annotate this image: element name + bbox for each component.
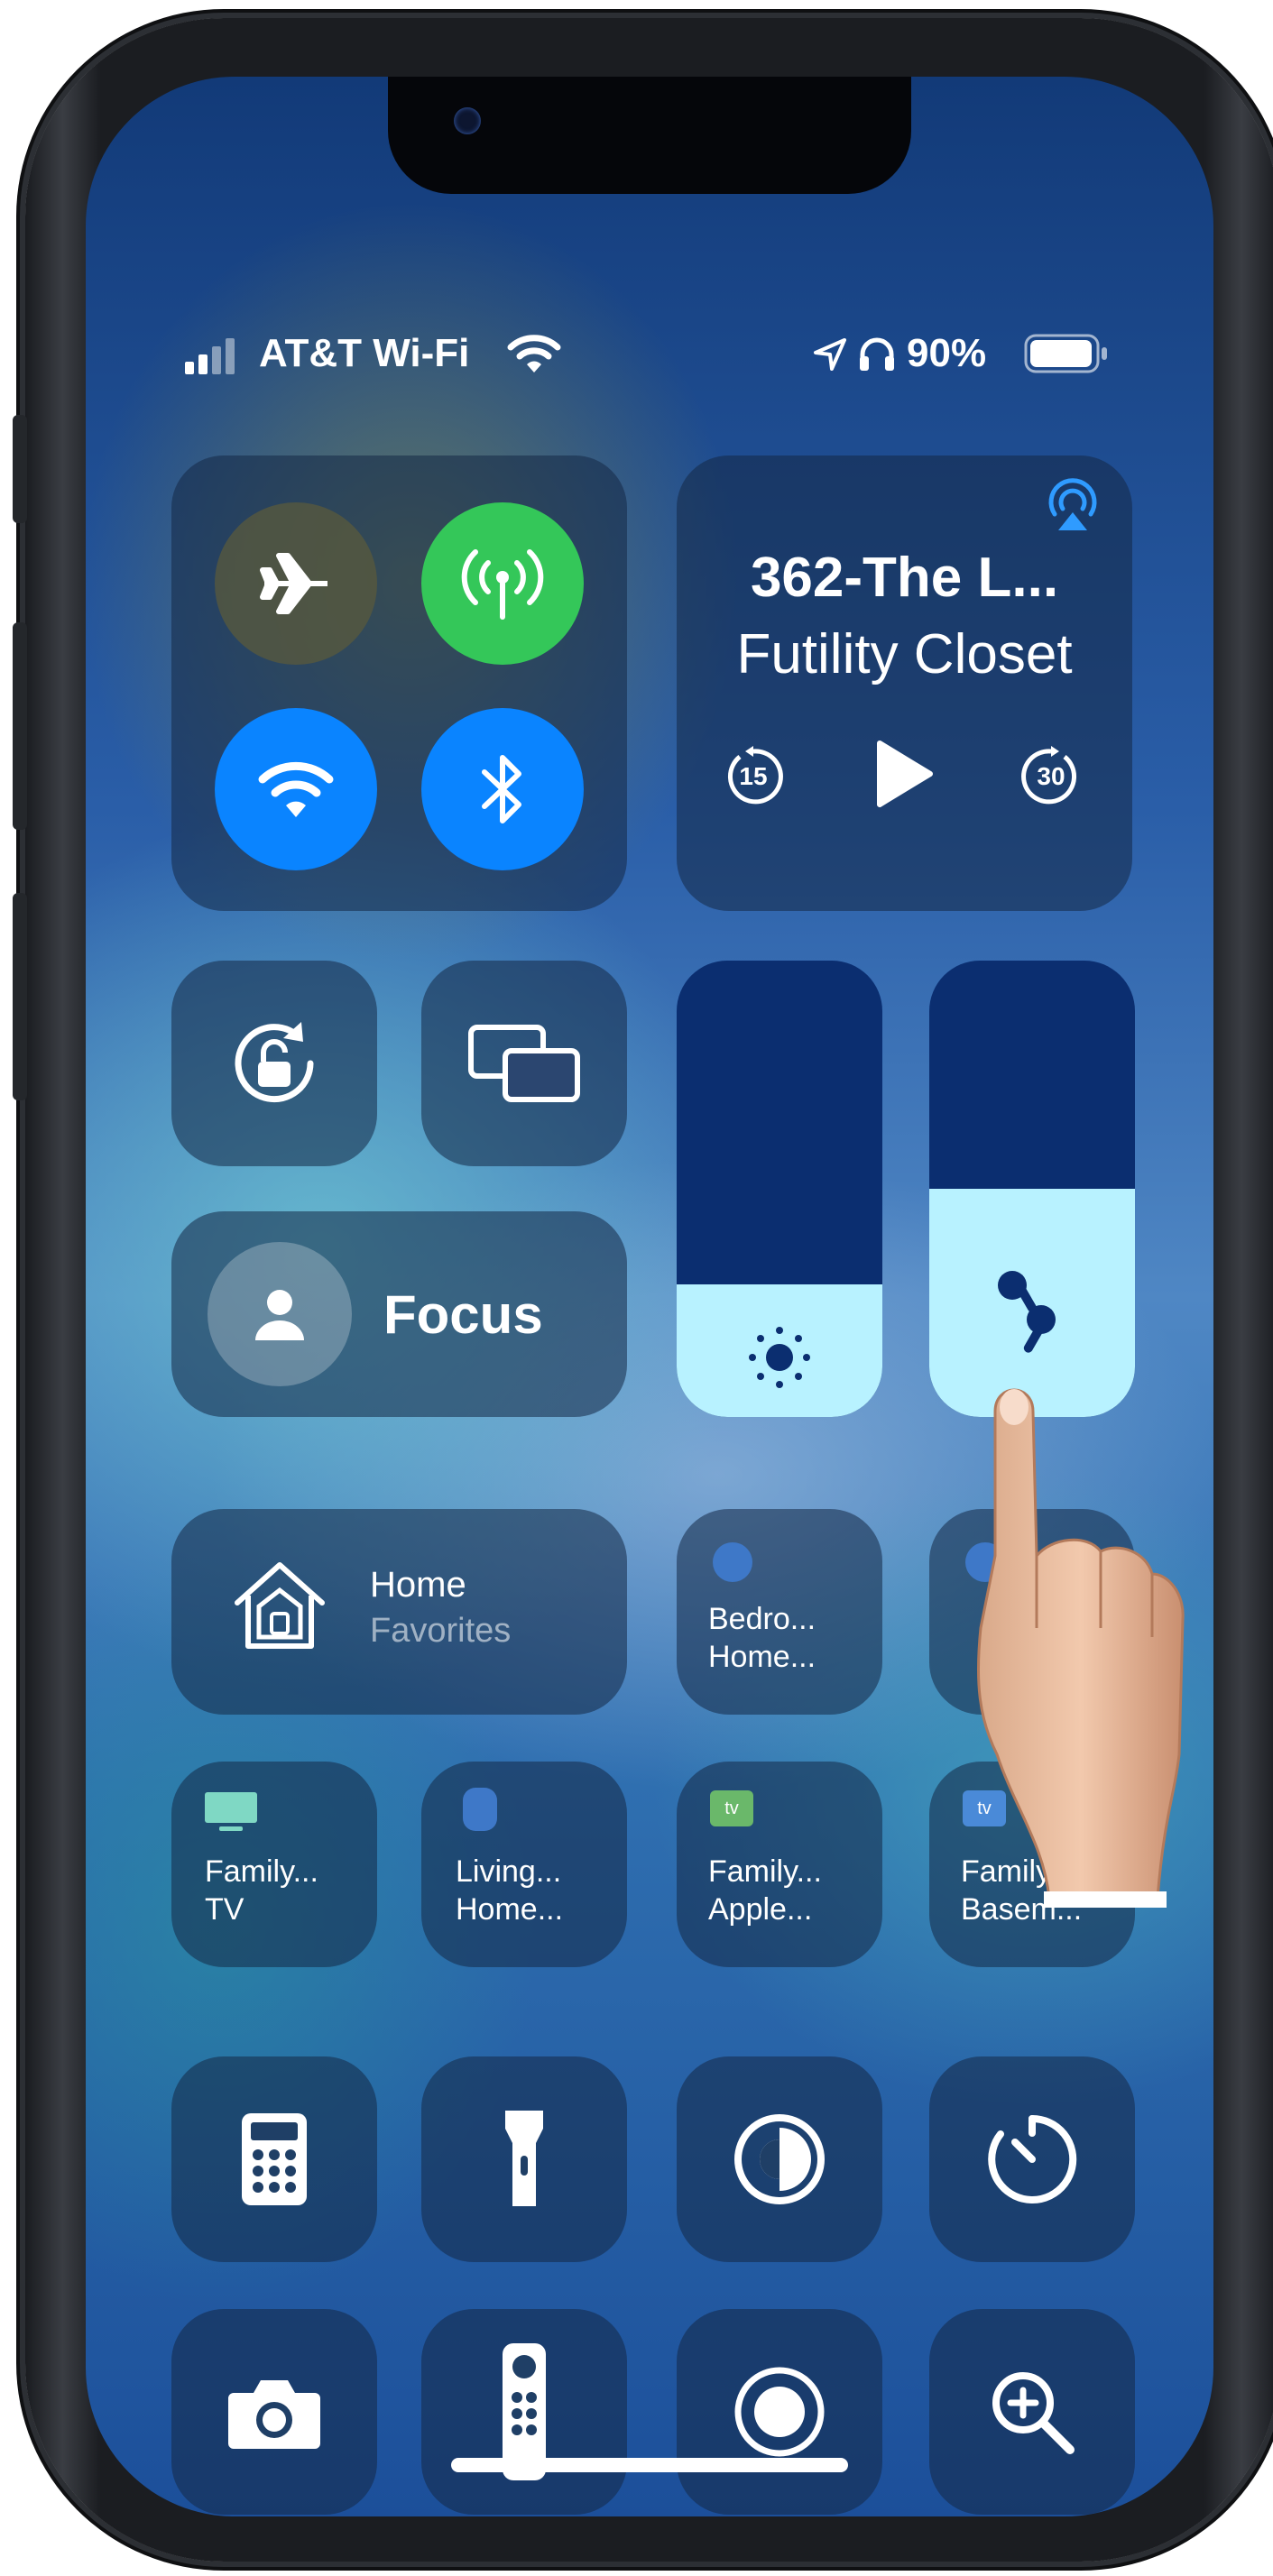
timer-icon <box>988 2114 1077 2203</box>
skip-forward-30-icon: 30 <box>1021 746 1077 805</box>
play-icon <box>877 741 933 807</box>
volume-slider[interactable] <box>929 961 1135 1417</box>
home-icon <box>230 1556 329 1655</box>
skip-back-label: 15 <box>739 762 767 790</box>
accessory-line2: Home... <box>456 1892 564 1927</box>
accessory-line2: Apple... <box>708 1892 813 1927</box>
battery-icon <box>1024 334 1110 373</box>
skip-forward-button[interactable]: 30 <box>1019 744 1083 807</box>
flashlight-icon <box>505 2111 543 2206</box>
orientation-lock-icon <box>235 1022 314 1103</box>
home-title: Home <box>370 1565 466 1605</box>
focus-avatar <box>208 1242 352 1386</box>
skip-forward-label: 30 <box>1037 762 1065 790</box>
homepod-icon <box>463 1788 497 1831</box>
wifi-toggle[interactable] <box>215 708 377 870</box>
headphones-icon <box>857 335 897 373</box>
accessory-line2: TV <box>205 1892 244 1927</box>
accessory-line1: Bedro... <box>708 1602 816 1636</box>
volume-down-button <box>13 893 27 1100</box>
signal-bars-icon <box>185 338 239 376</box>
camera-icon <box>228 2380 320 2449</box>
airplay-audio-icon[interactable] <box>1044 478 1102 536</box>
bluetooth-toggle[interactable] <box>421 708 584 870</box>
home-subtitle: Favorites <box>370 1612 512 1650</box>
airplane-icon <box>257 545 335 622</box>
cellular-data-toggle[interactable] <box>421 502 584 665</box>
now-playing-artist: Futility Closet <box>736 623 1073 685</box>
mute-switch <box>13 415 27 523</box>
screen-recording-button[interactable] <box>677 2309 882 2515</box>
tapping-hand-overlay <box>943 1357 1186 1908</box>
now-playing-title: 362-The L... <box>750 547 1059 609</box>
battery-percentage: 90% <box>907 331 987 375</box>
location-arrow-icon <box>812 336 848 373</box>
brightness-slider[interactable] <box>677 961 882 1417</box>
screen-mirroring-icon <box>468 1025 580 1102</box>
home-indicator[interactable] <box>451 2458 848 2472</box>
volume-up-button <box>13 622 27 830</box>
airplane-mode-toggle[interactable] <box>215 502 377 665</box>
airpods-icon <box>985 1267 1075 1366</box>
focus-label: Focus <box>383 1284 543 1345</box>
calculator-icon <box>242 2113 307 2205</box>
magnifier-icon <box>992 2372 1075 2454</box>
accessory-line1: Family... <box>708 1854 822 1889</box>
screen-record-icon <box>734 2367 825 2457</box>
wifi-icon <box>257 758 335 821</box>
wifi-status-icon <box>507 333 561 374</box>
apple-tv-remote-button[interactable] <box>421 2309 627 2515</box>
control-center-screen: AT&T Wi-Fi 90% 362-The L... Futility Clo… <box>86 77 1213 2516</box>
skip-back-button[interactable]: 15 <box>722 744 785 807</box>
timer-button[interactable] <box>929 2056 1135 2262</box>
sun-icon <box>743 1321 816 1394</box>
play-button[interactable] <box>863 733 945 814</box>
dark-mode-icon <box>734 2114 825 2204</box>
dark-mode-button[interactable] <box>677 2056 882 2262</box>
camera-button[interactable] <box>171 2309 377 2515</box>
person-icon <box>255 1290 304 1340</box>
screen-mirroring-button[interactable] <box>421 961 627 1166</box>
homepod-mini-icon <box>713 1542 752 1582</box>
accessory-line1: Family... <box>205 1854 318 1889</box>
accessory-line1: Living... <box>456 1854 562 1889</box>
orientation-lock-toggle[interactable] <box>171 961 377 1166</box>
skip-back-15-icon: 15 <box>727 746 783 805</box>
tv-icon <box>203 1790 259 1832</box>
magnifier-button[interactable] <box>929 2309 1135 2515</box>
bluetooth-icon <box>475 749 530 830</box>
apple-tv-icon: tv <box>710 1790 753 1826</box>
notch <box>388 77 911 194</box>
accessory-line2: Home... <box>708 1640 816 1674</box>
front-camera <box>454 107 481 134</box>
flashlight-button[interactable] <box>421 2056 627 2262</box>
cellular-data-icon <box>457 543 548 624</box>
carrier-label: AT&T Wi-Fi <box>259 331 470 375</box>
calculator-button[interactable] <box>171 2056 377 2262</box>
